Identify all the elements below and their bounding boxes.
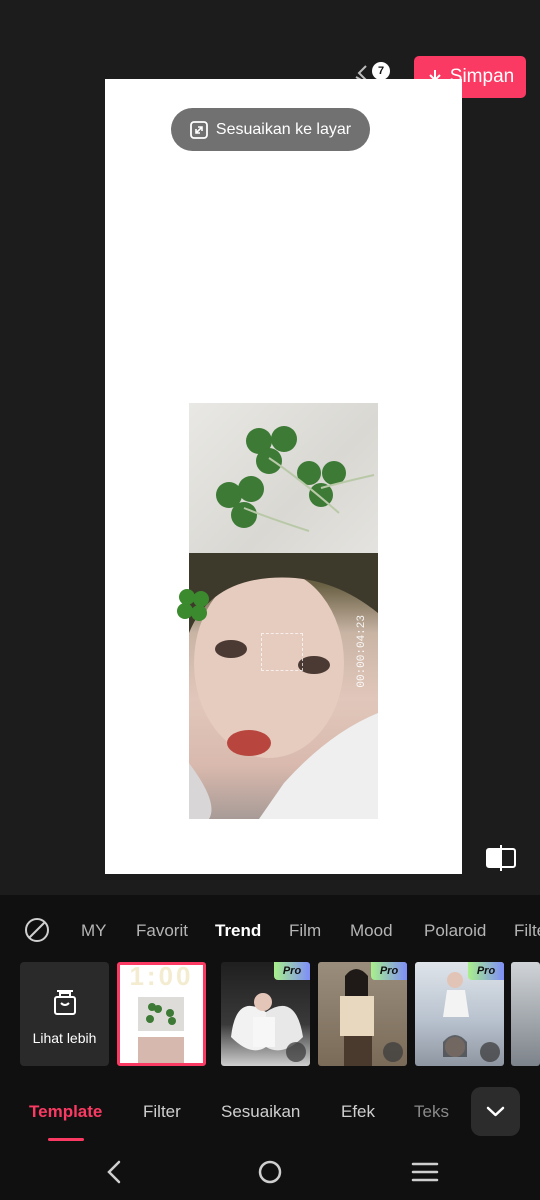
active-tab-indicator (48, 1138, 84, 1141)
compare-button[interactable] (484, 843, 518, 873)
thumb-overlay-text: 1:00 (129, 962, 194, 991)
download-badge-icon[interactable] (383, 1042, 403, 1062)
collapse-panel-button[interactable] (471, 1087, 520, 1136)
thumb-face (138, 1037, 184, 1063)
editor-screen: 7 Simpan Sesuaikan ke layar 00:00:04:23 … (0, 0, 540, 1200)
template-thumb-4[interactable]: Pro (415, 962, 504, 1066)
editor-tabs: Template Filter Sesuaikan Efek Teks (0, 1098, 540, 1138)
template-thumb-2[interactable]: Pro (221, 962, 310, 1066)
pro-badge: Pro (468, 962, 504, 980)
category-trend[interactable]: Trend (215, 921, 261, 941)
expand-icon (190, 120, 208, 139)
template-thumbnails: Lihat lebih 1:00 Pro Pro Pro (0, 962, 540, 1066)
recent-apps-icon[interactable] (411, 1161, 439, 1183)
pro-badge: Pro (274, 962, 310, 980)
tab-efek[interactable]: Efek (341, 1102, 375, 1122)
fit-to-screen-button[interactable]: Sesuaikan ke layar (171, 108, 370, 151)
tab-template[interactable]: Template (29, 1102, 102, 1122)
camera-timecode: 00:00:04:23 (356, 615, 368, 688)
template-thumb-selected[interactable]: 1:00 (117, 962, 206, 1066)
category-favorit[interactable]: Favorit (136, 921, 188, 941)
see-more-button[interactable]: Lihat lebih (20, 962, 109, 1066)
category-mood[interactable]: Mood (350, 921, 393, 941)
photo-collage[interactable]: 00:00:04:23 (189, 403, 378, 819)
download-badge-icon[interactable] (286, 1042, 306, 1062)
category-film[interactable]: Film (289, 921, 321, 941)
compare-icon (486, 845, 516, 871)
category-polaroid[interactable]: Polaroid (424, 921, 486, 941)
pro-badge: Pro (371, 962, 407, 980)
category-my[interactable]: MY (81, 921, 107, 941)
category-filter[interactable]: Filte (514, 921, 540, 941)
filter-category-row: MY Favorit Trend Film Mood Polaroid Filt… (0, 915, 540, 945)
thumb-clover (138, 997, 184, 1031)
clover-image (216, 426, 375, 532)
template-thumb-3[interactable]: Pro (318, 962, 407, 1066)
see-more-label: Lihat lebih (32, 1030, 97, 1046)
fit-to-screen-label: Sesuaikan ke layar (215, 120, 352, 138)
tab-teks[interactable]: Teks (414, 1102, 449, 1122)
clover-photo (189, 403, 378, 553)
focus-frame (261, 633, 303, 671)
download-badge-icon[interactable] (480, 1042, 500, 1062)
tab-sesuaikan[interactable]: Sesuaikan (221, 1102, 300, 1122)
face-image (189, 553, 378, 819)
system-navigation-bar (0, 1145, 540, 1200)
no-filter-icon[interactable] (24, 917, 50, 943)
layers-count-badge: 7 (372, 62, 390, 80)
back-icon[interactable] (104, 1159, 124, 1185)
selfie-photo: 00:00:04:23 (189, 553, 378, 819)
clover-sticker[interactable] (173, 585, 213, 625)
chevron-down-icon (486, 1106, 505, 1117)
clover-mini-icon (146, 1003, 176, 1025)
template-thumb-5[interactable] (511, 962, 540, 1066)
shopping-bag-icon (54, 990, 76, 1015)
home-icon[interactable] (257, 1159, 283, 1185)
tab-filter[interactable]: Filter (143, 1102, 181, 1122)
